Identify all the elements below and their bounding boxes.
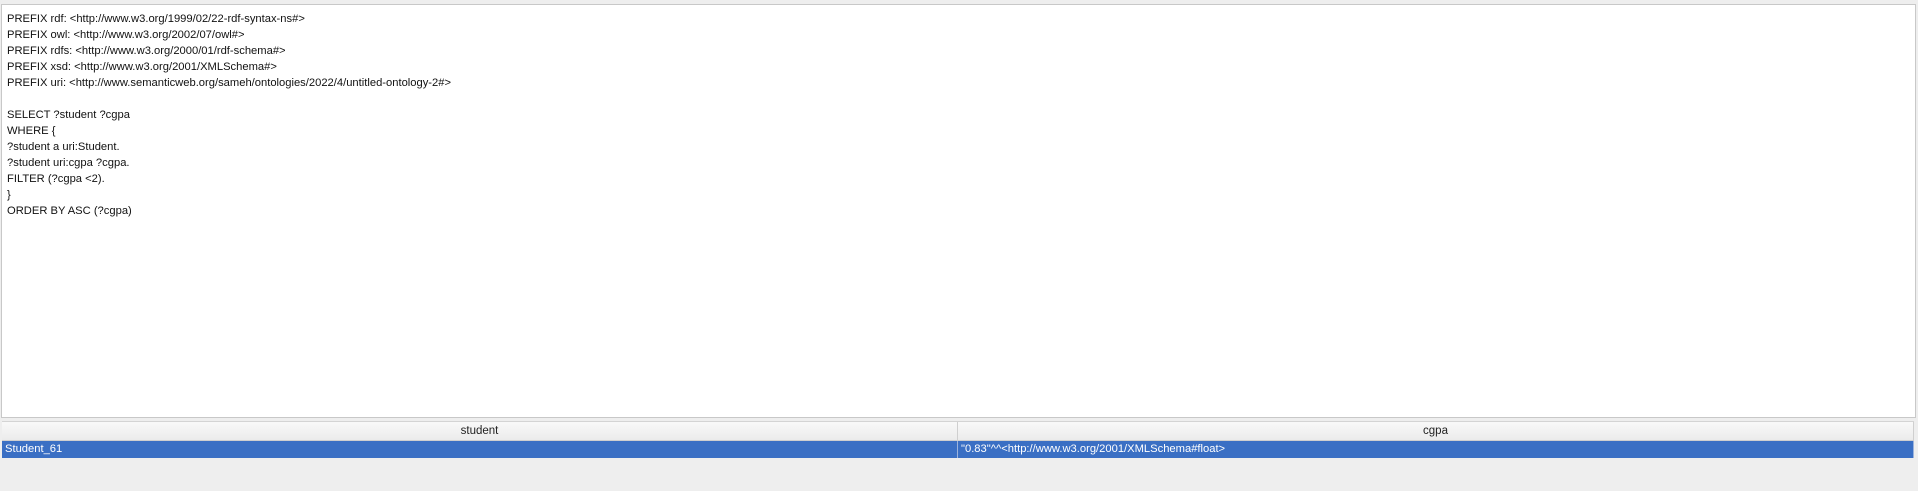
column-header-student[interactable]: student (2, 422, 958, 440)
query-line: ?student uri:cgpa ?cgpa. (7, 157, 130, 169)
table-row[interactable]: Student_61 "0.83"^^<http://www.w3.org/20… (2, 441, 1914, 458)
query-line: WHERE { (7, 125, 56, 137)
query-line: SELECT ?student ?cgpa (7, 109, 130, 121)
query-line: } (7, 189, 11, 201)
table-header: student cgpa (2, 421, 1914, 441)
query-line: ?student a uri:Student. (7, 141, 120, 153)
query-line: ORDER BY ASC (?cgpa) (7, 205, 132, 217)
column-header-cgpa[interactable]: cgpa (958, 422, 1914, 440)
results-table: student cgpa Student_61 "0.83"^^<http://… (2, 421, 1914, 491)
sparql-query-window: PREFIX rdf: <http://www.w3.org/1999/02/2… (0, 0, 1918, 491)
query-line: PREFIX rdfs: <http://www.w3.org/2000/01/… (7, 45, 286, 57)
cell-cgpa[interactable]: "0.83"^^<http://www.w3.org/2001/XMLSchem… (958, 441, 1914, 458)
query-line: PREFIX uri: <http://www.semanticweb.org/… (7, 77, 452, 89)
query-line: PREFIX xsd: <http://www.w3.org/2001/XMLS… (7, 61, 277, 73)
query-editor[interactable]: PREFIX rdf: <http://www.w3.org/1999/02/2… (1, 4, 1916, 418)
query-line: PREFIX rdf: <http://www.w3.org/1999/02/2… (7, 13, 305, 25)
query-line (7, 91, 1910, 107)
query-line: PREFIX owl: <http://www.w3.org/2002/07/o… (7, 29, 245, 41)
cell-student[interactable]: Student_61 (2, 441, 958, 458)
query-line: FILTER (?cgpa <2). (7, 173, 105, 185)
